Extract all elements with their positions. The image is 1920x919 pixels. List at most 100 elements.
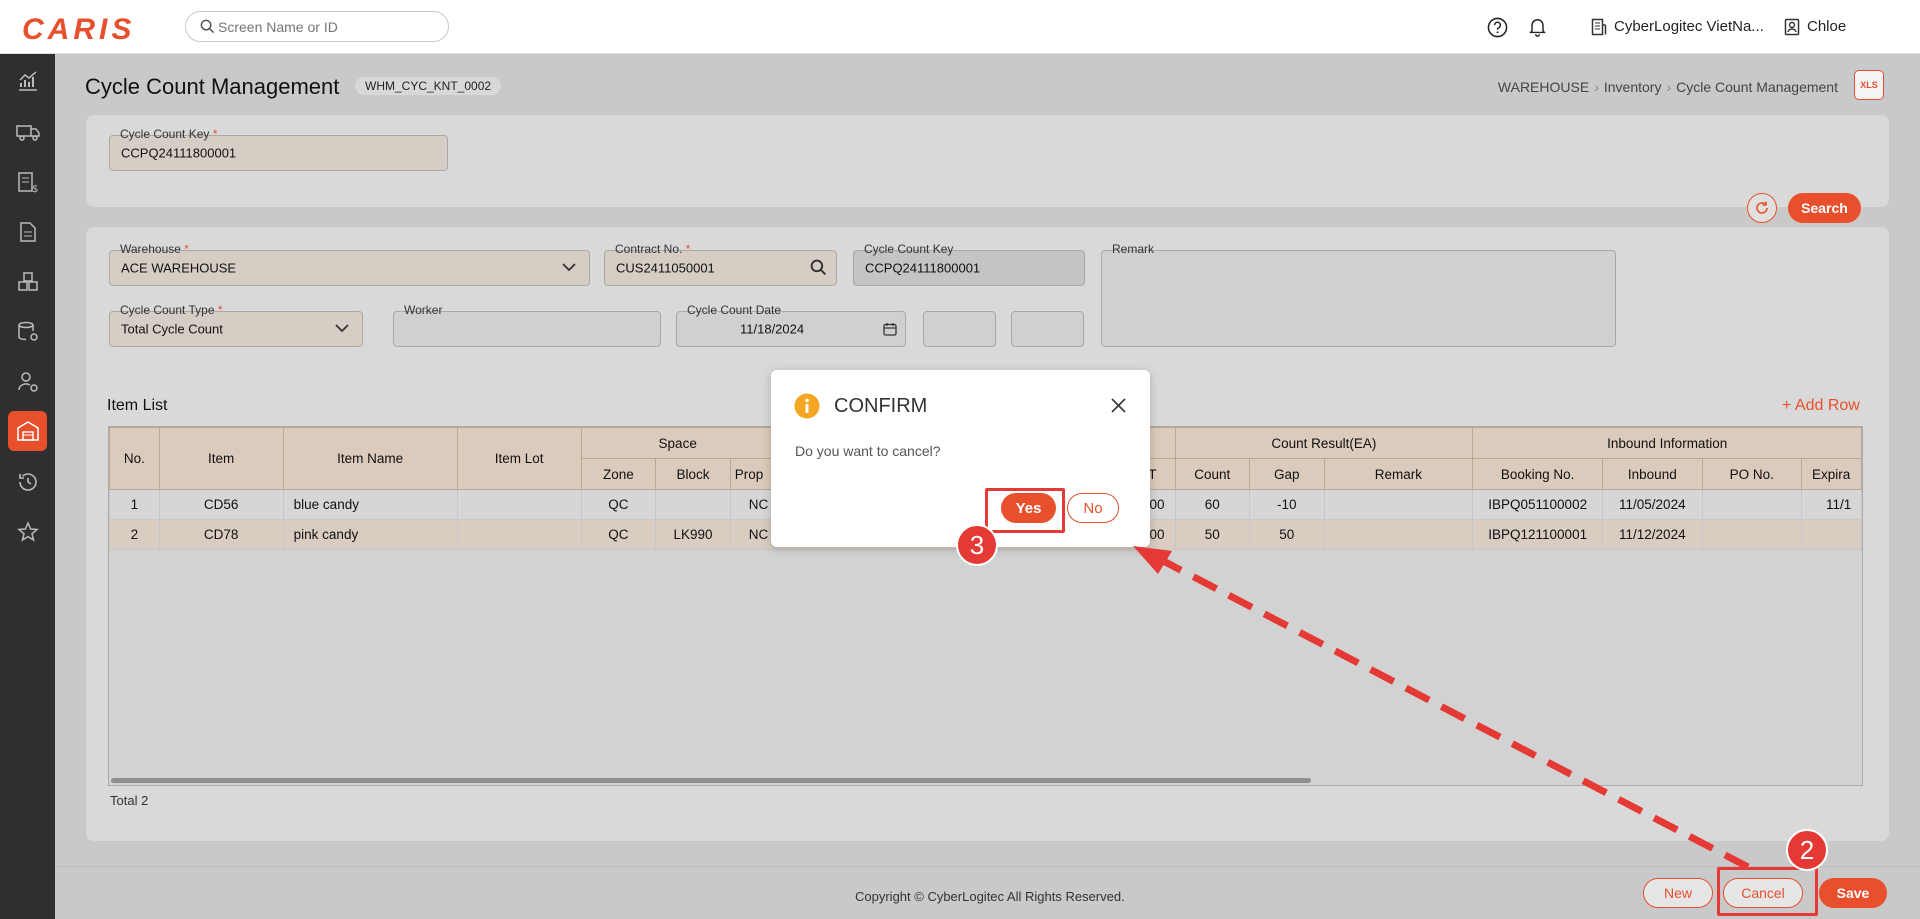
breadcrumb: WAREHOUSE › Inventory › Cycle Count Manageme… [1497, 79, 1838, 95]
history-icon [18, 473, 37, 491]
time-to-field[interactable] [1011, 311, 1084, 347]
col-remark[interactable]: Remark [1323, 458, 1474, 490]
new-button[interactable]: New [1643, 878, 1713, 908]
total-count: Total 2 [110, 793, 149, 808]
chevron-down-icon [562, 263, 576, 272]
bell-icon[interactable] [1528, 17, 1547, 37]
chart-icon [18, 71, 37, 91]
col-group-space: Space [580, 427, 775, 459]
global-search[interactable] [185, 11, 449, 42]
user-icon [1784, 18, 1800, 36]
sidebar-item-history[interactable] [8, 462, 47, 502]
col-inbound[interactable]: Inbound [1602, 458, 1703, 490]
horizontal-scrollbar[interactable] [111, 778, 1311, 783]
user-name[interactable]: Chloe [1807, 18, 1846, 35]
sidebar-item-favorites[interactable] [8, 512, 47, 552]
database-settings-icon [17, 321, 38, 341]
dialog-title: CONFIRM [834, 395, 928, 417]
warehouse-value: ACE WAREHOUSE [121, 260, 237, 276]
star-icon [16, 521, 39, 542]
remark-textarea[interactable]: Remark [1101, 242, 1616, 347]
footer: Copyright © CyberLogitec All Rights Rese… [55, 866, 1920, 919]
col-no[interactable]: No. [109, 427, 160, 490]
search-input[interactable] [218, 16, 438, 38]
breadcrumb-current: Cycle Count Management [1676, 79, 1838, 95]
search-icon [200, 19, 215, 34]
col-gap[interactable]: Gap [1249, 458, 1325, 490]
confirm-dialog: CONFIRM Do you want to cancel? Yes No [771, 370, 1150, 547]
cycle-count-type-select[interactable]: Cycle Count Type * Total Cycle Count [109, 303, 363, 347]
cycle-count-type-value: Total Cycle Count [121, 321, 223, 337]
billing-icon: $ [17, 172, 38, 194]
sidebar: $ [0, 54, 55, 919]
highlight-cancel [1717, 867, 1818, 916]
col-count[interactable]: Count [1174, 458, 1251, 490]
excel-export-button[interactable]: XLS [1854, 70, 1884, 100]
sidebar-item-billing[interactable]: $ [8, 162, 47, 202]
contract-no-value: CUS2411050001 [616, 260, 715, 276]
company-icon [1591, 18, 1607, 36]
breadcrumb-inventory[interactable]: Inventory [1604, 79, 1662, 95]
dialog-message: Do you want to cancel? [795, 443, 941, 459]
sidebar-item-users[interactable] [8, 362, 47, 402]
caris-logo[interactable]: CARIS [22, 13, 135, 47]
warehouse-select[interactable]: Warehouse * ACE WAREHOUSE [109, 242, 590, 286]
xls-icon: XLS [1860, 80, 1878, 90]
page-title: Cycle Count Management [85, 74, 340, 99]
cycle-count-key-value: CCPQ24111800001 [865, 260, 981, 276]
time-from-field[interactable] [923, 311, 996, 347]
col-zone[interactable]: Zone [580, 458, 657, 490]
warehouse-icon [16, 421, 39, 441]
search-cycle-count-key-field[interactable]: Cycle Count Key * CCPQ24111800001 [109, 127, 448, 171]
sidebar-item-documents[interactable] [8, 212, 47, 252]
info-icon [794, 393, 820, 419]
col-prop[interactable]: Prop [729, 458, 775, 490]
user-settings-icon [17, 372, 38, 392]
sidebar-item-warehouse[interactable] [8, 411, 47, 451]
truck-icon [15, 125, 40, 141]
col-group-inbound: Inbound Information [1472, 427, 1862, 459]
search-panel: Cycle Count Key * CCPQ24111800001 [86, 115, 1889, 207]
add-row-button[interactable]: + Add Row [1782, 397, 1860, 415]
save-button[interactable]: Save [1819, 878, 1887, 908]
top-bar: CARIS CyberLogitec VietNa... Chloe [0, 0, 1920, 54]
col-item[interactable]: Item [158, 427, 284, 490]
help-icon[interactable] [1487, 17, 1508, 38]
search-cycle-count-key-value: CCPQ24111800001 [121, 145, 237, 161]
highlight-yes [985, 488, 1065, 533]
copyright: Copyright © CyberLogitec All Rights Rese… [855, 889, 1125, 904]
sidebar-item-dashboard[interactable] [8, 61, 47, 101]
document-icon [19, 222, 36, 242]
reset-button[interactable] [1747, 193, 1777, 223]
col-booking-no[interactable]: Booking No. [1472, 458, 1603, 490]
close-icon[interactable] [1111, 398, 1126, 413]
search-icon[interactable] [810, 259, 827, 276]
calendar-icon[interactable] [883, 322, 897, 336]
col-group-count-result: Count Result(EA) [1174, 427, 1474, 459]
cycle-count-date-value: 11/18/2024 [740, 321, 805, 337]
sidebar-item-inventory[interactable] [8, 262, 47, 302]
step-2-badge: 2 [1786, 829, 1828, 871]
boxes-icon [17, 272, 38, 291]
worker-field[interactable]: Worker [393, 303, 661, 347]
col-po-no[interactable]: PO No. [1701, 458, 1803, 490]
col-block[interactable]: Block [655, 458, 731, 490]
col-item-name[interactable]: Item Name [282, 427, 458, 490]
cycle-count-date-field[interactable]: Cycle Count Date 11/18/2024 [676, 303, 906, 347]
company-name[interactable]: CyberLogitec VietNa... [1614, 18, 1764, 35]
screen-id-badge: WHM_CYC_KNT_0002 [355, 77, 502, 95]
sidebar-item-transport[interactable] [8, 111, 47, 151]
svg-text:$: $ [32, 184, 38, 194]
col-expira[interactable]: Expira [1801, 458, 1862, 490]
add-row-label: Add Row [1794, 397, 1860, 414]
search-button[interactable]: Search [1788, 193, 1861, 223]
step-3-badge: 3 [956, 524, 998, 566]
col-item-lot[interactable]: Item Lot [456, 427, 582, 490]
plus-icon: + [1782, 397, 1792, 414]
no-button[interactable]: No [1067, 493, 1119, 523]
item-list-title: Item List [107, 397, 168, 414]
contract-no-field[interactable]: Contract No. * CUS2411050001 [604, 242, 837, 286]
sidebar-item-master-data[interactable] [8, 312, 47, 352]
cycle-count-key-field: Cycle Count Key CCPQ24111800001 [853, 242, 1085, 286]
breadcrumb-warehouse[interactable]: WAREHOUSE [1498, 79, 1589, 95]
